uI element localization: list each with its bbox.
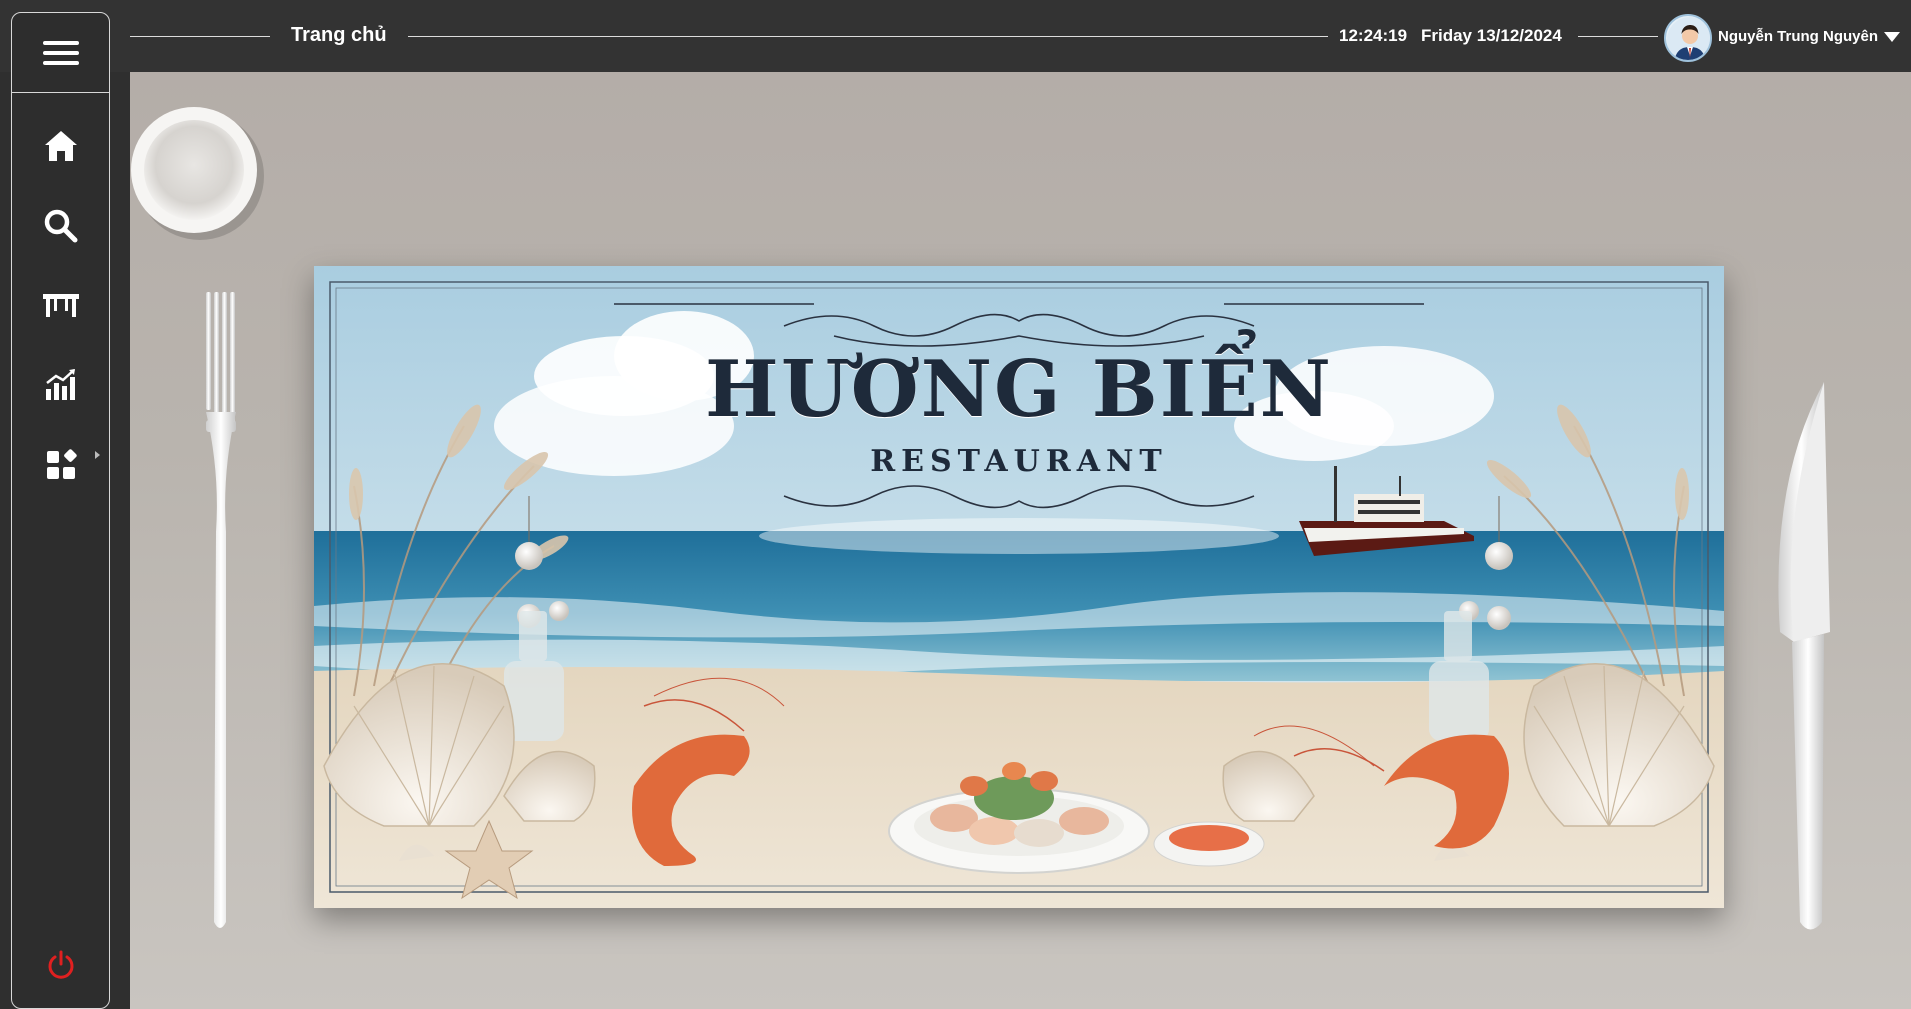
- search-icon: [44, 209, 77, 243]
- fork-icon: [206, 292, 236, 928]
- hamburger-icon: [42, 40, 79, 65]
- home-icon: [44, 131, 77, 161]
- page-title: Trang chủ: [291, 24, 387, 46]
- chevron-down-icon[interactable]: [1884, 32, 1900, 42]
- submenu-arrow-icon: [95, 451, 100, 459]
- clock-time: 12:24:19: [1339, 26, 1408, 45]
- home-banner: HƯƠNG BIỂN RESTAURANT: [130, 72, 1911, 1009]
- sidebar-item-home[interactable]: [12, 116, 109, 176]
- sidebar-item-statistics[interactable]: [12, 355, 109, 415]
- sidebar: [11, 12, 110, 1009]
- header-divider-right: [1578, 36, 1658, 37]
- apps-icon: [46, 449, 77, 479]
- knife-icon: [1778, 382, 1830, 930]
- sidebar-item-tables[interactable]: [12, 275, 109, 335]
- restaurant-name: HƯƠNG BIỂN: [705, 344, 1333, 435]
- restaurant-subtitle: RESTAURANT: [870, 444, 1168, 479]
- user-name[interactable]: Nguyễn Trung Nguyên: [1718, 28, 1878, 45]
- logout-button[interactable]: [12, 945, 109, 985]
- table-icon: [42, 294, 79, 317]
- menu-toggle-button[interactable]: [12, 13, 109, 93]
- sidebar-item-search[interactable]: [12, 196, 109, 256]
- header-divider-left: [130, 36, 270, 37]
- sidebar-item-apps[interactable]: [12, 435, 109, 495]
- power-icon: [48, 950, 73, 979]
- chart-icon: [45, 369, 75, 400]
- user-avatar[interactable]: [1664, 14, 1712, 62]
- restaurant-banner: HƯƠNG BIỂN RESTAURANT: [314, 266, 1724, 908]
- current-date: Friday 13/12/2024: [1421, 26, 1562, 45]
- sauce-bowl-illustration: [1153, 821, 1265, 867]
- header-divider-middle: [408, 36, 1328, 37]
- top-bar: Trang chủ 12:24:19 Friday 13/12/2024 Ngu…: [0, 0, 1911, 72]
